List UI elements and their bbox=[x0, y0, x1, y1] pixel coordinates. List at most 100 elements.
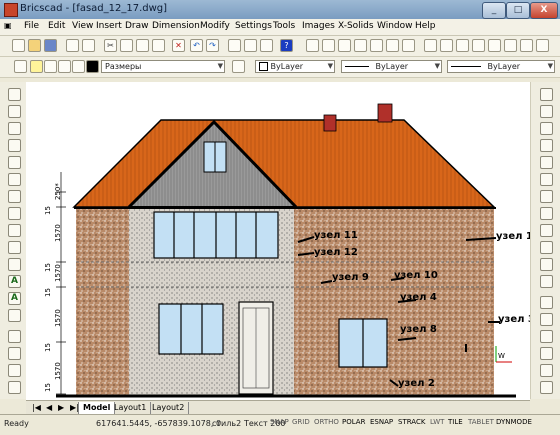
dimension-angular-icon[interactable] bbox=[540, 347, 553, 360]
layer-freeze-icon[interactable] bbox=[44, 60, 57, 73]
circle-icon[interactable] bbox=[8, 122, 21, 135]
stretch-icon[interactable] bbox=[540, 156, 553, 169]
tab-layout1[interactable]: Layout1 bbox=[110, 402, 152, 414]
text-icon[interactable]: A bbox=[8, 275, 21, 288]
design-center-icon[interactable] bbox=[244, 39, 257, 52]
snap-toggle[interactable]: SNAP bbox=[270, 418, 289, 426]
break-icon[interactable] bbox=[540, 207, 553, 220]
block-icon[interactable] bbox=[8, 258, 21, 271]
print-preview-icon[interactable] bbox=[66, 39, 79, 52]
properties-icon[interactable] bbox=[228, 39, 241, 52]
layer-select[interactable]: Размеры ▼ bbox=[101, 60, 225, 73]
rectangle-icon[interactable] bbox=[8, 190, 21, 203]
esnap-toggle[interactable]: ESNAP bbox=[370, 418, 393, 426]
menu-window[interactable]: Window bbox=[377, 21, 413, 31]
explode-icon[interactable] bbox=[540, 275, 553, 288]
render-icon[interactable] bbox=[472, 39, 485, 52]
menu-file[interactable]: File bbox=[24, 21, 39, 31]
open-file-icon[interactable] bbox=[28, 39, 41, 52]
mirror-icon[interactable] bbox=[8, 381, 21, 394]
polygon-icon[interactable] bbox=[8, 207, 21, 220]
strack-toggle[interactable]: STRACK bbox=[398, 418, 425, 426]
drawing-canvas[interactable]: 15 250* 15 1570 1570 15 1570 15 1570 15 … bbox=[26, 82, 530, 400]
spline-icon[interactable] bbox=[8, 173, 21, 186]
dimension-radius-icon[interactable] bbox=[540, 330, 553, 343]
zoom-in-icon[interactable] bbox=[354, 39, 367, 52]
menu-xsolids[interactable]: X-Solids bbox=[338, 21, 374, 31]
status-dim-style[interactable]: стиль2 bbox=[212, 419, 241, 428]
new-file-icon[interactable] bbox=[12, 39, 25, 52]
polar-toggle[interactable]: POLAR bbox=[342, 418, 365, 426]
tolerance-icon[interactable] bbox=[540, 381, 553, 394]
layer-on-icon[interactable] bbox=[30, 60, 43, 73]
zoom-previous-icon[interactable] bbox=[402, 39, 415, 52]
menu-tools[interactable]: Tools bbox=[273, 21, 295, 31]
fillet-icon[interactable] bbox=[540, 258, 553, 271]
pan-icon[interactable] bbox=[306, 39, 319, 52]
zoom-extents-icon[interactable] bbox=[386, 39, 399, 52]
leader-icon[interactable] bbox=[540, 364, 553, 377]
tab-layout2[interactable]: Layout2 bbox=[148, 402, 190, 414]
menu-settings[interactable]: Settings bbox=[235, 21, 272, 31]
shade-icon[interactable] bbox=[456, 39, 469, 52]
offset-icon[interactable] bbox=[540, 122, 553, 135]
ellipse-icon[interactable] bbox=[8, 156, 21, 169]
delete-icon[interactable]: ✕ bbox=[172, 39, 185, 52]
tablet-toggle[interactable]: TABLET bbox=[468, 418, 494, 426]
cut-icon[interactable]: ✂ bbox=[104, 39, 117, 52]
save-icon[interactable] bbox=[44, 39, 57, 52]
undo-icon[interactable]: ↶ bbox=[190, 39, 203, 52]
view-icon[interactable] bbox=[440, 39, 453, 52]
zoom-window-icon[interactable] bbox=[338, 39, 351, 52]
help-icon[interactable]: ? bbox=[280, 39, 293, 52]
document-menu-icon[interactable]: ▣ bbox=[4, 21, 12, 30]
menu-draw[interactable]: Draw bbox=[125, 21, 149, 31]
layer-previous-icon[interactable] bbox=[232, 60, 245, 73]
print-icon[interactable] bbox=[82, 39, 95, 52]
layer-manager-icon[interactable] bbox=[14, 60, 27, 73]
line-icon[interactable] bbox=[8, 88, 21, 101]
layers-icon[interactable] bbox=[488, 39, 501, 52]
menu-view[interactable]: View bbox=[72, 21, 93, 31]
dimension-linear-icon[interactable] bbox=[540, 296, 553, 309]
sheet-set-icon[interactable] bbox=[504, 39, 517, 52]
settings-icon[interactable] bbox=[536, 39, 549, 52]
chamfer-icon[interactable] bbox=[540, 241, 553, 254]
arc-icon[interactable] bbox=[8, 139, 21, 152]
tool-palettes-icon[interactable] bbox=[260, 39, 273, 52]
menu-help[interactable]: Help bbox=[415, 21, 436, 31]
menu-modify[interactable]: Modify bbox=[200, 21, 230, 31]
point-icon[interactable] bbox=[8, 224, 21, 237]
layer-color-swatch[interactable] bbox=[86, 60, 99, 73]
layer-lock-icon[interactable] bbox=[58, 60, 71, 73]
layer-plot-icon[interactable] bbox=[72, 60, 85, 73]
dimension-aligned-icon[interactable] bbox=[540, 313, 553, 326]
trim-icon[interactable] bbox=[540, 173, 553, 186]
menu-dimension[interactable]: Dimension bbox=[152, 21, 200, 31]
redo-icon[interactable]: ↷ bbox=[206, 39, 219, 52]
hatch-icon[interactable] bbox=[8, 241, 21, 254]
erase-icon[interactable] bbox=[540, 88, 553, 101]
table-icon[interactable] bbox=[8, 309, 21, 322]
minimize-button[interactable]: _ bbox=[482, 2, 506, 19]
zoom-out-icon[interactable] bbox=[370, 39, 383, 52]
array-icon[interactable] bbox=[540, 139, 553, 152]
dynmode-toggle[interactable]: DYNMODE bbox=[496, 418, 532, 426]
copy-object-icon[interactable] bbox=[540, 105, 553, 118]
explorer-icon[interactable] bbox=[520, 39, 533, 52]
grid-toggle[interactable]: GRID bbox=[292, 418, 310, 426]
lineweight-select[interactable]: ByLayer ▼ bbox=[447, 60, 555, 73]
close-button[interactable]: X bbox=[530, 2, 558, 19]
multiline-text-icon[interactable]: A bbox=[8, 292, 21, 305]
menu-insert[interactable]: Insert bbox=[96, 21, 122, 31]
zoom-realtime-icon[interactable] bbox=[322, 39, 335, 52]
move-icon[interactable] bbox=[8, 330, 21, 343]
named-views-icon[interactable] bbox=[424, 39, 437, 52]
match-properties-icon[interactable] bbox=[152, 39, 165, 52]
menu-images[interactable]: Images bbox=[302, 21, 335, 31]
copy-icon[interactable] bbox=[120, 39, 133, 52]
lwt-toggle[interactable]: LWT bbox=[430, 418, 444, 426]
color-select[interactable]: ByLayer ▼ bbox=[255, 60, 335, 73]
tile-toggle[interactable]: TILE bbox=[448, 418, 463, 426]
linetype-select[interactable]: ByLayer ▼ bbox=[341, 60, 442, 73]
